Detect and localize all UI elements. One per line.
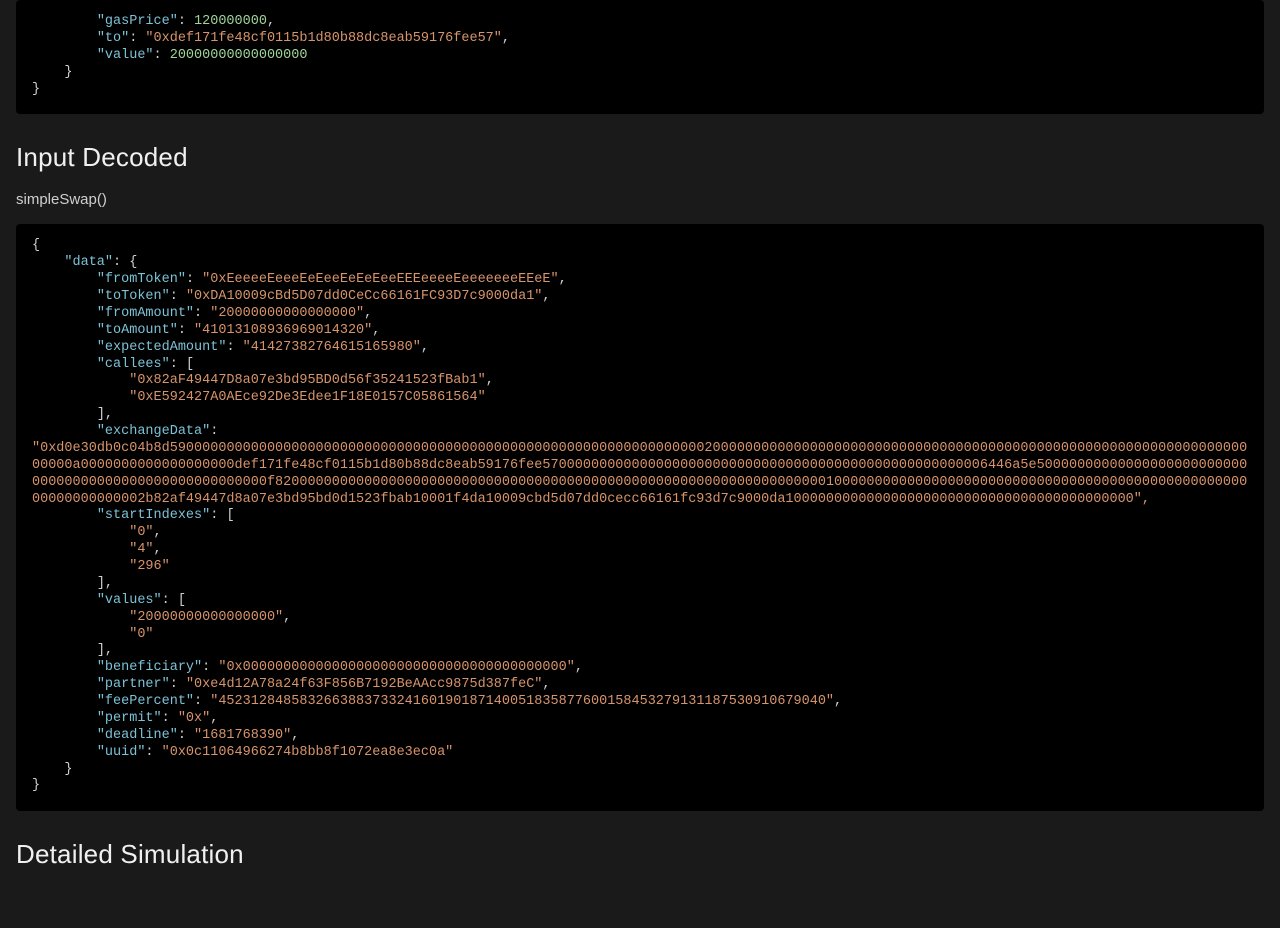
decoded-fromtoken-value: "0xEeeeeEeeeEeEeeEeEeEeeEEEeeeeEeeeeeeeE…: [202, 272, 558, 287]
decoded-partner-key: "partner": [97, 677, 170, 692]
decoded-totoken-value: "0xDA10009cBd5D07dd0CeCc66161FC93D7c9000…: [186, 289, 542, 304]
decoded-expectedamount-key: "expectedAmount": [97, 340, 227, 355]
input-decoded-code-block: { "data": { "fromToken": "0xEeeeeEeeeEeE…: [16, 224, 1264, 811]
decoded-totoken-key: "toToken": [97, 289, 170, 304]
decoded-values-1: "0": [129, 627, 153, 642]
detailed-simulation-heading: Detailed Simulation: [16, 839, 1264, 870]
decoded-fromamount-key: "fromAmount": [97, 306, 194, 321]
decoded-beneficiary-key: "beneficiary": [97, 660, 202, 675]
decoded-feepercent-value: "452312848583266388373324160190187140051…: [210, 694, 834, 709]
decoded-deadline-value: "1681768390": [194, 728, 291, 743]
decoded-feepercent-key: "feePercent": [97, 694, 194, 709]
decoded-permit-key: "permit": [97, 711, 162, 726]
decoded-exchangedata-key: "exchangeData": [97, 424, 210, 439]
tx-overview-code-block: "gasPrice": 120000000, "to": "0xdef171fe…: [16, 0, 1264, 114]
decoded-uuid-key: "uuid": [97, 745, 146, 760]
decoded-callee-1: "0xE592427A0AEce92De3Edee1F18E0157C05861…: [129, 390, 485, 405]
decoded-data-key: "data": [64, 255, 113, 270]
decoded-fromamount-value: "20000000000000000": [210, 306, 364, 321]
decoded-permit-value: "0x": [178, 711, 210, 726]
decoded-callee-0: "0x82aF49447D8a07e3bd95BD0d56f35241523fB…: [129, 373, 485, 388]
decoded-fromtoken-key: "fromToken": [97, 272, 186, 287]
decoded-startindexes-key: "startIndexes": [97, 508, 210, 523]
decoded-toamount-value: "41013108936969014320": [194, 323, 372, 338]
decoded-exchangedata-value: "0xd0e30db0c04b8d59000000000000000000000…: [32, 441, 1247, 507]
tx-gasprice-key: "gasPrice": [97, 14, 178, 29]
decoded-beneficiary-value: "0x0000000000000000000000000000000000000…: [218, 660, 574, 675]
tx-to-value: "0xdef171fe48cf0115b1d80b88dc8eab59176fe…: [145, 31, 501, 46]
decoded-deadline-key: "deadline": [97, 728, 178, 743]
tx-value-key: "value": [97, 48, 154, 63]
decoded-callees-key: "callees": [97, 357, 170, 372]
decoded-values-0: "20000000000000000": [129, 610, 283, 625]
decoded-startindex-2: "296": [129, 559, 170, 574]
decoded-uuid-value: "0x0c11064966274b8bb8f1072ea8e3ec0a": [162, 745, 454, 760]
decoded-startindex-0: "0": [129, 525, 153, 540]
tx-to-key: "to": [97, 31, 129, 46]
decoded-startindex-1: "4": [129, 542, 153, 557]
decoded-expectedamount-value: "41427382764615165980": [243, 340, 421, 355]
tx-value-value: 20000000000000000: [170, 48, 308, 63]
decoded-toamount-key: "toAmount": [97, 323, 178, 338]
input-decoded-heading: Input Decoded: [16, 142, 1264, 173]
decoded-function-name: simpleSwap(): [16, 191, 1264, 208]
decoded-values-key: "values": [97, 593, 162, 608]
decoded-partner-value: "0xe4d12A78a24f63F856B7192BeAAcc9875d387…: [186, 677, 542, 692]
tx-gasprice-value: 120000000: [194, 14, 267, 29]
